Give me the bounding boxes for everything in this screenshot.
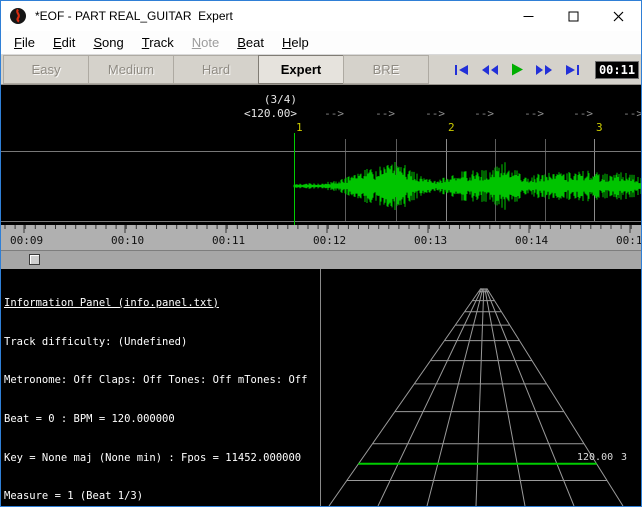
- tab-hard[interactable]: Hard: [173, 55, 259, 84]
- window-title: *EOF - PART REAL_GUITAR Expert: [35, 9, 233, 23]
- tab-medium[interactable]: Medium: [88, 55, 174, 84]
- menubar: File Edit Song Track Note Beat Help: [1, 31, 641, 55]
- fretboard-grid: [328, 288, 624, 506]
- info-line: Measure = 1 (Beat 1/3): [4, 490, 144, 503]
- lane-bottom-line: [1, 221, 641, 222]
- menu-song[interactable]: Song: [84, 33, 132, 52]
- menu-edit[interactable]: Edit: [44, 33, 84, 52]
- rewind-button[interactable]: [478, 61, 502, 79]
- ruler-time-label: 00:09: [10, 234, 44, 247]
- menu-beat[interactable]: Beat: [228, 33, 273, 52]
- 3d-beat-label: 3: [621, 452, 628, 463]
- difficulty-toolbar: Easy Medium Hard Expert BRE 00:11: [1, 55, 641, 85]
- info-panel-title: Information Panel (info.panel.txt): [4, 296, 219, 309]
- play-button[interactable]: [505, 61, 529, 79]
- transport-controls: [451, 55, 583, 84]
- ruler-time-label: 00:11: [212, 234, 246, 247]
- close-icon: [613, 11, 624, 21]
- titlebar: *EOF - PART REAL_GUITAR Expert: [1, 1, 641, 31]
- tempo-label: <120.00>: [244, 107, 297, 120]
- fast-forward-button[interactable]: [532, 61, 556, 79]
- ruler-time-label: 00:13: [414, 234, 448, 247]
- menu-note: Note: [191, 35, 220, 50]
- time-display: 00:11: [595, 60, 639, 79]
- scroll-thumb[interactable]: [29, 254, 40, 265]
- waveform: [293, 162, 641, 210]
- skip-to-end-icon: [566, 64, 579, 75]
- time-signature-label: (3/4): [263, 93, 297, 106]
- app-icon[interactable]: [9, 7, 27, 25]
- ruler-time-label: 00:12: [313, 234, 347, 247]
- ruler-time-label: 00:15: [616, 234, 641, 247]
- ruler-time-label: 00:10: [111, 234, 145, 247]
- bottom-panels: Information Panel (info.panel.txt) Track…: [1, 269, 641, 506]
- lane-top-line: [1, 151, 641, 152]
- info-line: Key = None maj (None min) : Fpos = 11452…: [4, 451, 302, 464]
- maximize-icon: [568, 11, 579, 21]
- maximize-button[interactable]: [551, 1, 596, 31]
- seek-position-line: [294, 133, 295, 225]
- info-line: Metronome: Off Claps: Off Tones: Off mTo…: [4, 374, 308, 387]
- eof-guitar-icon: [10, 8, 26, 24]
- piano-roll-editor[interactable]: 1 --> --> --> 2 --> --> --> 3 --> (3/4) <120.00>: [1, 85, 641, 225]
- minimize-icon: [523, 15, 534, 17]
- minimize-button[interactable]: [506, 1, 551, 31]
- 3d-fretboard-preview: 120.00 3: [321, 269, 641, 506]
- menu-track[interactable]: Track: [133, 33, 183, 52]
- tab-easy[interactable]: Easy: [3, 55, 89, 84]
- menu-file[interactable]: File: [5, 33, 44, 52]
- menu-help[interactable]: Help: [273, 33, 318, 52]
- play-icon: [512, 63, 523, 76]
- close-button[interactable]: [596, 1, 641, 31]
- caption-buttons: [506, 1, 641, 31]
- skip-to-end-button[interactable]: [559, 61, 583, 79]
- rewind-icon: [482, 64, 498, 75]
- eof-window: *EOF - PART REAL_GUITAR Expert File Edit…: [0, 0, 642, 507]
- timeline-ruler[interactable]: 00:09 00:10 00:11 00:12 00:13 00:14 00:15: [1, 225, 641, 250]
- tab-expert[interactable]: Expert: [258, 55, 344, 84]
- info-line: Track difficulty: (Undefined): [4, 335, 188, 348]
- fast-forward-icon: [536, 64, 552, 75]
- tab-bre[interactable]: BRE: [343, 55, 429, 84]
- ruler-time-label: 00:14: [515, 234, 549, 247]
- skip-to-start-icon: [455, 64, 468, 75]
- info-line: Beat = 0 : BPM = 120.000000: [4, 412, 175, 425]
- info-panel: Information Panel (info.panel.txt) Track…: [1, 269, 321, 506]
- 3d-tempo-label: 120.00: [577, 452, 614, 463]
- scroll-strip[interactable]: [1, 250, 641, 269]
- skip-to-start-button[interactable]: [451, 61, 475, 79]
